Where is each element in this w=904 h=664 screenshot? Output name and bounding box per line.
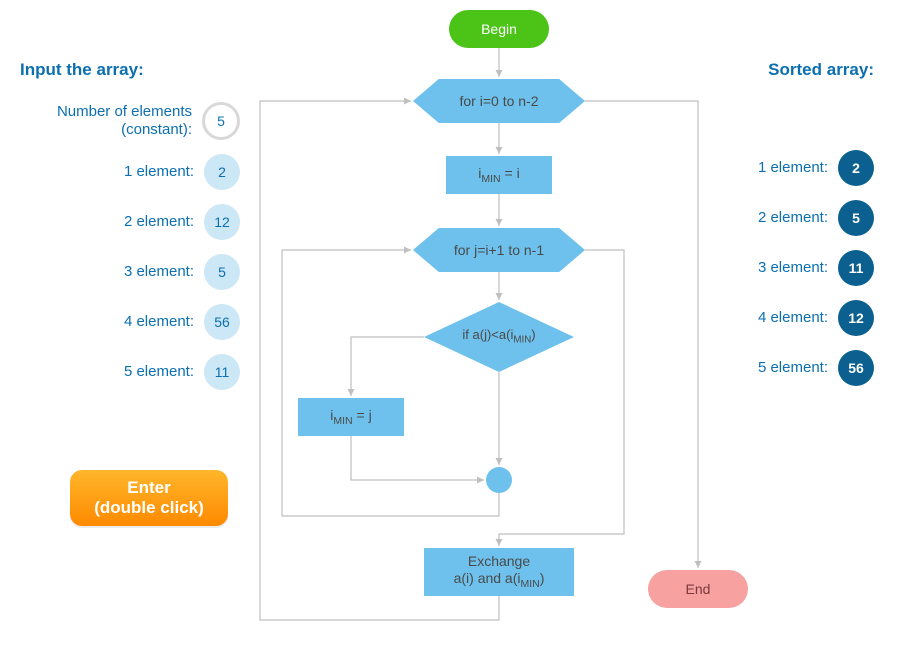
sorted-value-2: 5: [838, 200, 874, 236]
input-label-4: 4 element:: [124, 313, 194, 331]
imin-j-sub: MIN: [333, 415, 352, 427]
sorted-row-4: 4 element: 12: [674, 300, 874, 336]
sorted-value-4: 12: [838, 300, 874, 336]
input-value-4: 56: [204, 304, 240, 340]
input-row-5: 5 element: 11: [20, 354, 240, 390]
input-value-2: 12: [204, 204, 240, 240]
input-row-3: 3 element: 5: [20, 254, 240, 290]
input-value-3: 5: [204, 254, 240, 290]
input-label-3: 3 element:: [124, 263, 194, 281]
sorted-row-2: 2 element: 5: [674, 200, 874, 236]
sorted-title: Sorted array:: [674, 60, 874, 80]
sorted-label-2: 2 element:: [758, 209, 828, 227]
sorted-value-1: 2: [838, 150, 874, 186]
imin-i-sub: MIN: [481, 173, 500, 185]
flow-exchange: Exchange a(i) and a(iMIN): [424, 548, 574, 596]
input-title: Input the array:: [20, 60, 240, 80]
sorted-row-1: 1 element: 2: [674, 150, 874, 186]
input-row-2: 2 element: 12: [20, 204, 240, 240]
cond-post: ): [531, 327, 535, 342]
sorted-label-4: 4 element:: [758, 309, 828, 327]
flow-end: End: [648, 570, 748, 608]
sorted-row-5: 5 element: 56: [674, 350, 874, 386]
input-label-5: 5 element:: [124, 363, 194, 381]
element-count-value: 5: [202, 102, 240, 140]
sorted-label-3: 3 element:: [758, 259, 828, 277]
cond-sub: MIN: [513, 335, 531, 346]
imin-i-post: = i: [501, 165, 520, 181]
sorted-value-5: 56: [838, 350, 874, 386]
flow-condition: if a(j)<a(iMIN): [424, 302, 574, 372]
input-label-2: 2 element:: [124, 213, 194, 231]
enter-button[interactable]: Enter (double click): [70, 470, 228, 526]
exchange-line1: Exchange: [468, 553, 530, 570]
flow-set-imin-j: iMIN = j: [298, 398, 404, 436]
input-row-1: 1 element: 2: [20, 154, 240, 190]
enter-button-line2: (double click): [94, 498, 204, 518]
element-count-row: Number of elements (constant): 5: [20, 102, 240, 140]
sorted-array-panel: Sorted array: 1 element: 2 2 element: 5 …: [674, 60, 874, 400]
sorted-value-3: 11: [838, 250, 874, 286]
flow-loop-i: for i=0 to n-2: [413, 79, 585, 123]
flow-connector: [486, 467, 512, 493]
input-value-1: 2: [204, 154, 240, 190]
sorted-row-3: 3 element: 11: [674, 250, 874, 286]
exchange-post: ): [540, 570, 545, 586]
input-value-5: 11: [204, 354, 240, 390]
cond-pre: if a(j)<a(i: [462, 327, 513, 342]
sorted-label-1: 1 element:: [758, 159, 828, 177]
input-array-panel: Input the array: Number of elements (con…: [20, 60, 240, 404]
flow-loop-j: for j=i+1 to n-1: [413, 228, 585, 272]
exchange-sub: MIN: [521, 578, 540, 590]
enter-button-line1: Enter: [127, 478, 170, 498]
flow-set-imin-i: iMIN = i: [446, 156, 552, 194]
element-count-label: Number of elements (constant):: [52, 103, 192, 139]
imin-j-post: = j: [353, 407, 372, 423]
sorted-label-5: 5 element:: [758, 359, 828, 377]
input-row-4: 4 element: 56: [20, 304, 240, 340]
input-label-1: 1 element:: [124, 163, 194, 181]
exchange-pre: a(i) and a(i: [454, 570, 521, 586]
flow-begin: Begin: [449, 10, 549, 48]
